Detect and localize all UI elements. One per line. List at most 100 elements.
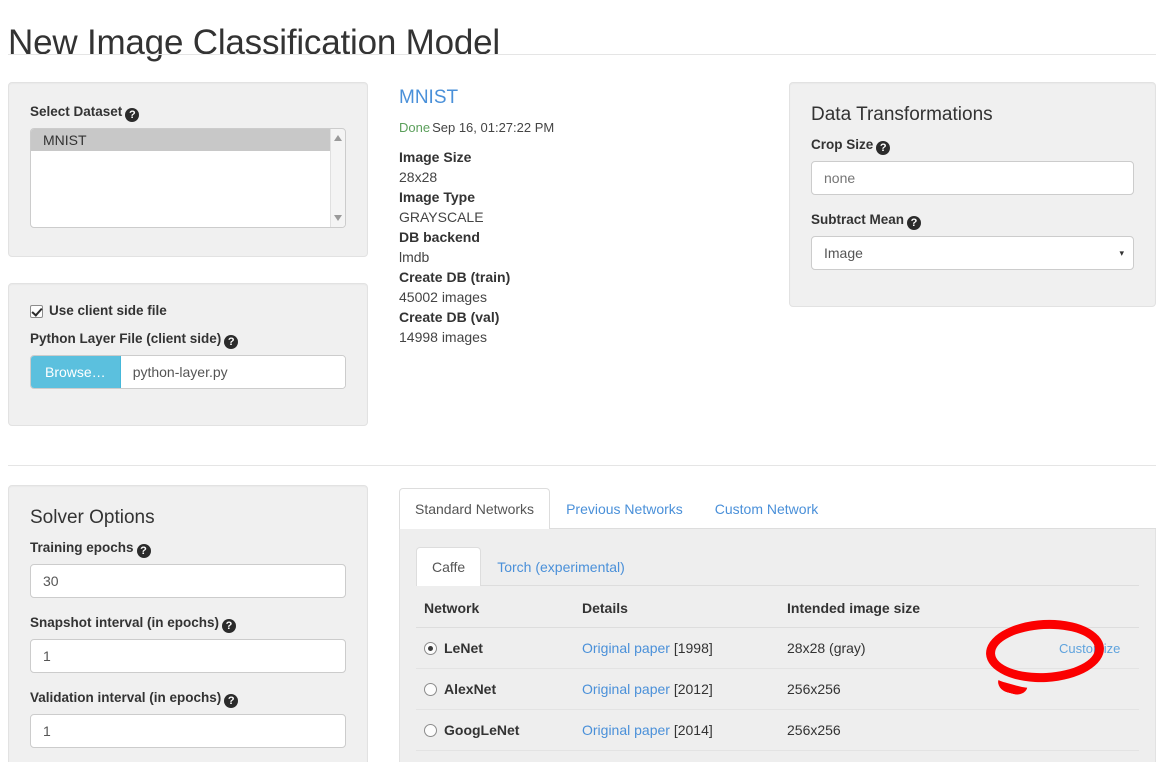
network-table-head: Network Details Intended image size — [416, 586, 1139, 628]
dataset-field-list: Image Size 28x28 Image Type GRAYSCALE DB… — [399, 147, 769, 347]
title-divider — [8, 54, 1156, 55]
action-cell — [1029, 709, 1139, 751]
network-cell: LeNet — [416, 627, 574, 669]
use-client-side-file-label: Use client side file — [49, 303, 167, 318]
select-dataset-label-text: Select Dataset — [30, 104, 123, 119]
subtract-mean-label-text: Subtract Mean — [811, 212, 905, 227]
dataset-timestamp: Sep 16, 01:27:22 PM — [432, 120, 555, 135]
python-layer-file-input-group[interactable]: Browse… python-layer.py — [30, 355, 346, 389]
snapshot-interval-input[interactable]: 1 — [30, 639, 346, 673]
tab-caffe[interactable]: Caffe — [416, 547, 482, 586]
help-icon[interactable]: ? — [125, 108, 140, 122]
crop-size-label-text: Crop Size — [811, 137, 874, 152]
help-icon[interactable]: ? — [136, 544, 151, 558]
action-cell: Customize — [1029, 627, 1139, 669]
details-cell: Original paper [2012] — [574, 668, 779, 710]
help-icon[interactable]: ? — [222, 619, 237, 633]
dataset-field-key: Create DB (val) — [399, 309, 500, 325]
network-tabs: Standard Networks Previous Networks Cust… — [399, 487, 1156, 762]
dataset-name-link[interactable]: MNIST — [399, 86, 769, 110]
snapshot-interval-label: Snapshot interval (in epochs)? — [30, 614, 346, 633]
image-size-cell: 256x256 — [779, 709, 1029, 751]
tab-torch[interactable]: Torch (experimental) — [481, 547, 641, 586]
network-table: Network Details Intended image size LeNe… — [416, 586, 1139, 751]
crop-size-input[interactable] — [811, 161, 1134, 195]
dataset-field-key: Image Type — [399, 189, 475, 205]
network-name: AlexNet — [444, 681, 497, 697]
python-layer-panel: Use client side file Python Layer File (… — [8, 283, 368, 426]
original-paper-link[interactable]: Original paper — [582, 722, 670, 738]
image-size-cell: 28x28 (gray) — [779, 627, 1029, 669]
dataset-summary: MNIST Done Sep 16, 01:27:22 PM Image Size… — [399, 86, 769, 347]
tab-standard-networks[interactable]: Standard Networks — [399, 488, 551, 529]
dataset-status-row: Done Sep 16, 01:27:22 PM — [399, 118, 769, 137]
dataset-field-key: Image Size — [399, 149, 472, 165]
details-cell: Original paper [2014] — [574, 709, 779, 751]
dataset-field-value: 14998 images — [399, 329, 487, 345]
validation-interval-label-text: Validation interval (in epochs) — [30, 690, 222, 705]
dataset-field-key: DB backend — [399, 229, 480, 245]
paper-year: [2012] — [673, 681, 713, 697]
table-row[interactable]: LeNet Original paper [1998] 28x28 (gray)… — [416, 627, 1139, 669]
customize-link[interactable]: Customize — [1059, 641, 1120, 656]
select-dataset-label: Select Dataset? — [30, 103, 346, 122]
image-size-cell: 256x256 — [779, 668, 1029, 710]
dataset-listbox-scrollbar[interactable] — [330, 129, 345, 227]
col-network: Network — [416, 586, 574, 628]
radio-googlenet[interactable] — [424, 724, 437, 737]
network-name: LeNet — [444, 640, 483, 656]
help-icon[interactable]: ? — [224, 694, 239, 708]
crop-size-label: Crop Size? — [811, 136, 1134, 155]
section-divider — [8, 465, 1156, 466]
table-row[interactable]: GoogLeNet Original paper [2014] 256x256 — [416, 709, 1139, 751]
subtract-mean-select[interactable]: Image — [811, 236, 1134, 270]
use-client-side-file-row[interactable]: Use client side file — [30, 302, 346, 320]
status-badge: Done — [399, 120, 431, 135]
action-cell — [1029, 668, 1139, 710]
radio-alexnet[interactable] — [424, 683, 437, 696]
dataset-field-value: 28x28 — [399, 169, 438, 185]
standard-networks-pane: Caffe Torch (experimental) Network Detai… — [399, 529, 1156, 762]
help-icon[interactable]: ? — [876, 141, 891, 155]
subtract-mean-select-wrap[interactable]: Image ▾ — [811, 236, 1134, 270]
help-icon[interactable]: ? — [224, 335, 239, 349]
dataset-field-value: lmdb — [399, 249, 430, 265]
col-details: Details — [574, 586, 779, 628]
selected-filename: python-layer.py — [120, 356, 345, 388]
help-icon[interactable]: ? — [907, 216, 922, 230]
network-cell: AlexNet — [416, 668, 574, 710]
tab-previous-networks[interactable]: Previous Networks — [550, 488, 699, 529]
dataset-field-key: Create DB (train) — [399, 269, 511, 285]
table-row[interactable]: AlexNet Original paper [2012] 256x256 — [416, 668, 1139, 710]
dataset-listbox[interactable]: MNIST — [30, 128, 346, 228]
original-paper-link[interactable]: Original paper — [582, 640, 670, 656]
scroll-up-arrow-icon[interactable] — [334, 135, 342, 141]
solver-options-panel: Solver Options Training epochs? 30 Snaps… — [8, 485, 368, 762]
table-header-row: Network Details Intended image size — [416, 586, 1139, 628]
scroll-down-arrow-icon[interactable] — [334, 215, 342, 221]
tab-custom-network[interactable]: Custom Network — [699, 488, 834, 529]
validation-interval-label: Validation interval (in epochs)? — [30, 689, 346, 708]
network-tab-list: Standard Networks Previous Networks Cust… — [399, 487, 1156, 529]
details-cell: Original paper [1998] — [574, 627, 779, 669]
dataset-field-value: GRAYSCALE — [399, 209, 484, 225]
paper-year: [2014] — [673, 722, 713, 738]
select-dataset-panel: Select Dataset? MNIST — [8, 82, 368, 257]
training-epochs-input[interactable]: 30 — [30, 564, 346, 598]
browse-button[interactable]: Browse… — [31, 356, 121, 388]
data-transformations-panel: Data Transformations Crop Size? Subtract… — [789, 82, 1156, 307]
page-title: New Image Classification Model — [8, 23, 500, 63]
solver-options-heading: Solver Options — [30, 507, 155, 528]
training-epochs-label-text: Training epochs — [30, 540, 134, 555]
original-paper-link[interactable]: Original paper — [582, 681, 670, 697]
subtract-mean-label: Subtract Mean? — [811, 211, 1134, 230]
validation-interval-input[interactable]: 1 — [30, 714, 346, 748]
data-transformations-heading: Data Transformations — [811, 104, 993, 125]
dataset-option-mnist[interactable]: MNIST — [31, 129, 345, 151]
network-table-body: LeNet Original paper [1998] 28x28 (gray)… — [416, 627, 1139, 751]
col-actions — [1029, 586, 1139, 628]
training-epochs-label: Training epochs? — [30, 539, 346, 558]
paper-year: [1998] — [673, 640, 713, 656]
radio-lenet[interactable] — [424, 642, 437, 655]
use-client-side-file-checkbox[interactable] — [30, 304, 43, 318]
